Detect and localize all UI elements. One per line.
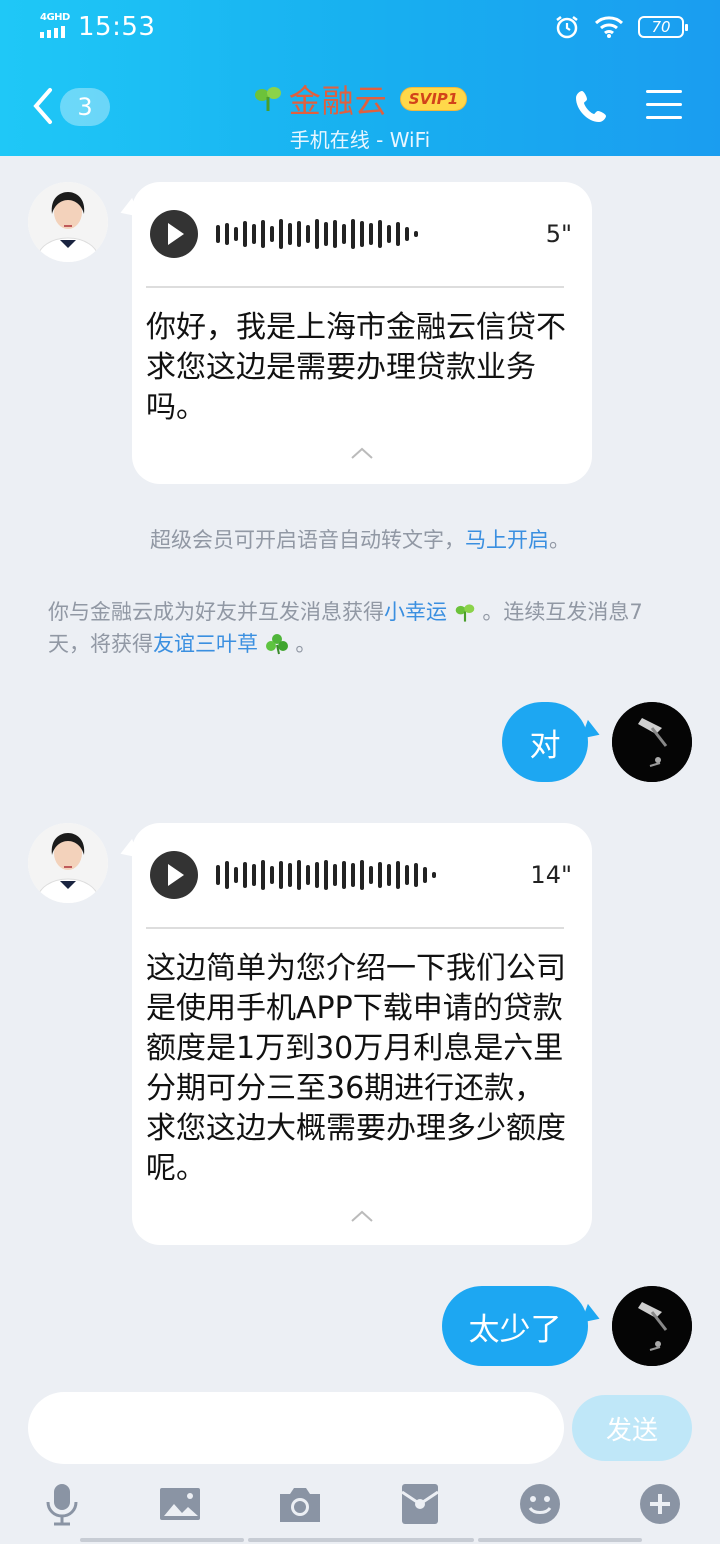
alarm-icon — [556, 16, 578, 39]
tip-text: 超级会员可开启语音自动转文字， — [150, 528, 465, 552]
status-bar: 4GHD 15:53 70 — [0, 0, 720, 56]
my-avatar[interactable] — [612, 702, 692, 782]
voice-duration: 14" — [530, 861, 572, 889]
message-input[interactable] — [28, 1392, 564, 1464]
my-avatar[interactable] — [612, 1286, 692, 1366]
collapse-chevron-icon[interactable] — [350, 1209, 374, 1223]
nav-bar-segment — [478, 1538, 642, 1542]
divider — [146, 286, 564, 288]
chat-title-block[interactable]: 金融云 SVIP1 手机在线 - WiFi — [0, 76, 720, 153]
image-icon[interactable] — [158, 1482, 202, 1526]
message-text: 对 — [529, 727, 561, 764]
sprout-icon — [455, 604, 474, 622]
tip-end: 。 — [549, 528, 570, 552]
voice-duration: 5" — [545, 220, 572, 248]
voice-transcript: 这边简单为您介绍一下我们公司是使用手机APP下载申请的贷款额度是1万到30万月利… — [146, 951, 566, 1186]
microphone-icon[interactable] — [40, 1482, 84, 1526]
online-status: 手机在线 - WiFi — [289, 128, 431, 152]
status-time: 15:53 — [78, 12, 156, 42]
voice-message-bubble[interactable]: 5" 你好，我是上海市金融云信贷不求您这边是需要办理贷款业务吗。 — [132, 182, 592, 484]
contact-avatar[interactable] — [28, 182, 108, 262]
nav-bar-segment — [248, 1538, 474, 1542]
system-tip-voice-to-text: 超级会员可开启语音自动转文字，马上开启。 — [0, 524, 720, 556]
enable-now-link[interactable]: 马上开启 — [465, 528, 549, 552]
sprout-icon — [254, 87, 281, 111]
input-toolbar — [0, 1476, 720, 1544]
voice-transcript: 你好，我是上海市金融云信贷不求您这边是需要办理贷款业务吗。 — [146, 310, 566, 425]
nav-bar-segment — [80, 1538, 244, 1542]
tip-end: 。 — [295, 632, 317, 656]
camera-icon[interactable] — [278, 1482, 322, 1526]
play-voice-button[interactable] — [150, 851, 198, 899]
little-luck-link[interactable]: 小幸运 — [384, 600, 447, 624]
system-tip-friendship: 你与金融云成为好友并互发消息获得小幸运 。连续互发消息7天，将获得友谊三叶草 。 — [48, 596, 678, 660]
network-type: 4GHD — [40, 12, 70, 23]
voice-waveform — [216, 214, 540, 254]
battery-indicator: 70 — [638, 16, 688, 38]
send-button[interactable]: 发送 — [572, 1395, 692, 1461]
voice-message-bubble[interactable]: 14" 这边简单为您介绍一下我们公司是使用手机APP下载申请的贷款额度是1万到3… — [132, 823, 592, 1245]
signal-icon: 4GHD — [40, 12, 72, 38]
play-voice-button[interactable] — [150, 210, 198, 258]
contact-avatar[interactable] — [28, 823, 108, 903]
wifi-icon — [594, 16, 624, 38]
voice-waveform — [216, 855, 524, 895]
plus-icon[interactable] — [638, 1482, 682, 1526]
friendship-clover-link[interactable]: 友谊三叶草 — [153, 632, 258, 656]
svip-badge: SVIP1 — [399, 87, 468, 111]
chat-title: 金融云 — [288, 82, 388, 120]
menu-icon[interactable] — [646, 90, 682, 120]
collapse-chevron-icon[interactable] — [350, 446, 374, 460]
chat-header: 4GHD 15:53 70 3 金融云 SVIP1 手机在线 - WiFi — [0, 0, 720, 156]
emoji-icon[interactable] — [518, 1482, 562, 1526]
tip-text: 你与金融云成为好友并互发消息获得 — [48, 600, 384, 624]
divider — [146, 927, 564, 929]
phone-icon[interactable] — [574, 88, 610, 124]
sent-message-bubble[interactable]: 对 — [502, 702, 588, 782]
clover-icon — [265, 634, 288, 655]
red-packet-icon[interactable] — [398, 1482, 442, 1526]
sent-message-bubble[interactable]: 太少了 — [442, 1286, 588, 1366]
message-text: 太少了 — [468, 1311, 562, 1348]
